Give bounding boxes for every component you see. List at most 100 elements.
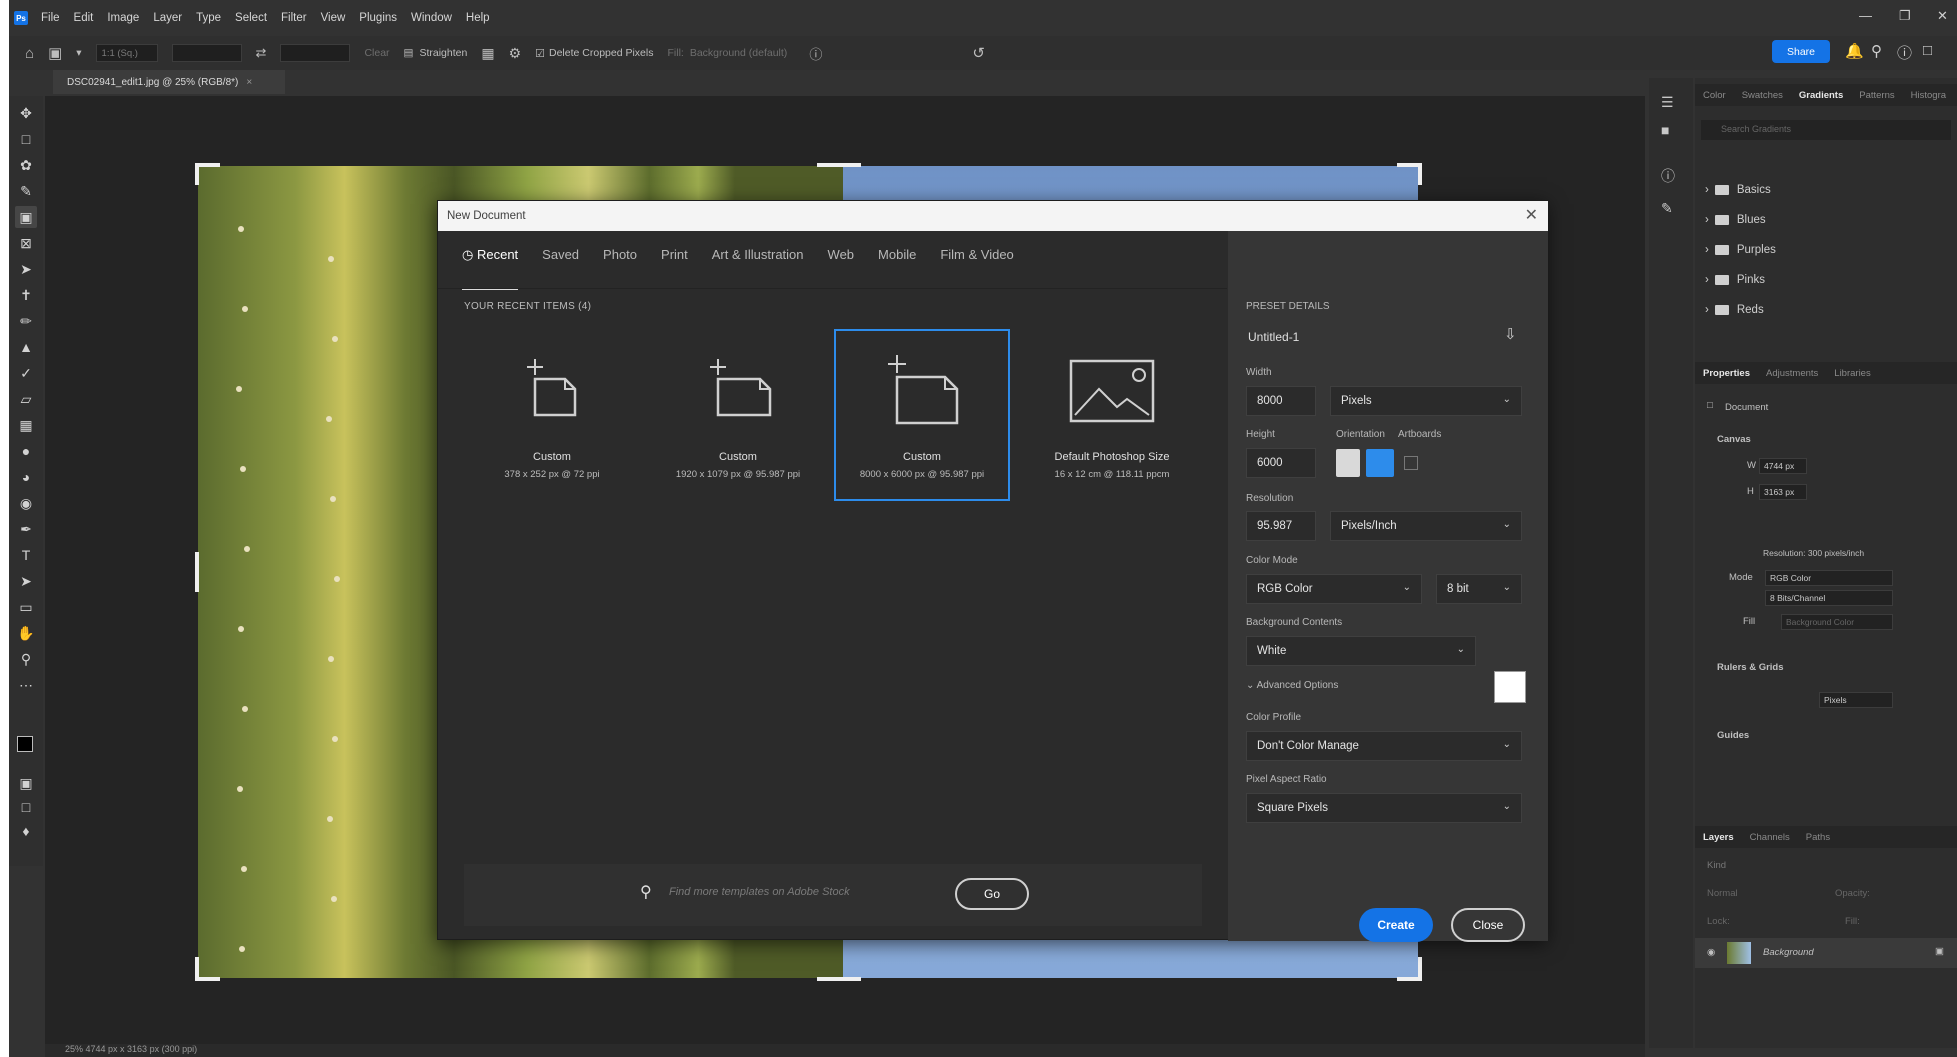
frame-tool-icon[interactable]: ⊠ [15, 232, 37, 254]
resolution-unit-select[interactable]: Pixels/Inch ⌄ [1330, 511, 1522, 541]
recent-item-3-selected[interactable]: Custom 8000 x 6000 px @ 95.987 ppi [834, 329, 1010, 501]
tab-channels[interactable]: Channels [1742, 832, 1798, 843]
crop-settings-gear-icon[interactable]: ⚙ [509, 45, 522, 62]
share-button[interactable]: Share [1772, 40, 1830, 63]
path-select-tool-icon[interactable]: ➤ [15, 570, 37, 592]
reset-rotate-icon[interactable]: ↺ [972, 44, 985, 62]
tab-web[interactable]: Web [828, 245, 855, 281]
canvas-width-field[interactable]: 4744 px [1759, 458, 1807, 474]
width-unit-select[interactable]: Pixels ⌄ [1330, 386, 1522, 416]
eyedropper-tool-icon[interactable]: ➤ [15, 258, 37, 280]
share-tools-icon[interactable]: ♦ [15, 820, 37, 842]
pixel-aspect-select[interactable]: Square Pixels ⌄ [1246, 793, 1522, 823]
move-tool-icon[interactable]: ✥ [15, 102, 37, 124]
landscape-orientation-icon[interactable] [1366, 449, 1394, 477]
crop-tool-active-icon[interactable]: ▣ [15, 206, 37, 228]
tab-patterns[interactable]: Patterns [1851, 90, 1902, 101]
menu-plugins[interactable]: Plugins [352, 12, 404, 24]
menu-help[interactable]: Help [459, 12, 497, 24]
gradient-folder-basics[interactable]: › Basics [1705, 184, 1771, 196]
menu-window[interactable]: Window [404, 12, 459, 24]
quick-mask-icon[interactable]: ▣ [15, 772, 37, 794]
crop-handle-bottom-left[interactable] [198, 977, 220, 981]
crop-tool-icon[interactable]: ▣ [48, 44, 62, 62]
background-color-swatch[interactable] [1494, 671, 1526, 703]
tab-layers[interactable]: Layers [1695, 832, 1742, 843]
hand-tool-icon[interactable]: ✋ [15, 622, 37, 644]
home-icon[interactable]: ⌂ [25, 45, 34, 62]
straighten-button[interactable]: Straighten [419, 47, 467, 59]
layer-row-background[interactable]: ◉ Background ▣ [1695, 938, 1957, 968]
history-brush-icon[interactable]: ✓ [15, 362, 37, 384]
gradient-tool-icon[interactable]: ▦ [15, 414, 37, 436]
tab-mobile[interactable]: Mobile [878, 245, 916, 281]
menu-view[interactable]: View [314, 12, 353, 24]
bell-icon[interactable]: 🔔 [1845, 42, 1864, 60]
blend-mode-select[interactable]: Normal [1707, 888, 1738, 899]
ratio-height-field[interactable] [280, 44, 351, 62]
gradient-folder-purples[interactable]: › Purples [1705, 244, 1776, 256]
crop-handle-top[interactable] [817, 163, 861, 167]
crop-handle-bottom-right[interactable] [1397, 977, 1419, 981]
more-tools-icon[interactable]: ⋯ [15, 674, 37, 696]
help-icon[interactable]: ⓘ [1897, 42, 1912, 63]
info-icon[interactable]: ⓘ [809, 44, 822, 63]
advanced-options-toggle[interactable]: ⌄ Advanced Options [1246, 680, 1338, 691]
foreground-color-swatch[interactable] [17, 736, 33, 752]
info-panel-icon[interactable]: ⓘ [1661, 166, 1675, 186]
canvas-height-field[interactable]: 3163 px [1759, 484, 1807, 500]
crop-handle-top-right-v[interactable] [1418, 163, 1422, 185]
tab-close-icon[interactable]: × [246, 77, 252, 88]
eye-icon[interactable]: ◉ [1707, 947, 1715, 958]
menu-layer[interactable]: Layer [146, 12, 189, 24]
menu-type[interactable]: Type [189, 12, 228, 24]
menu-image[interactable]: Image [100, 12, 146, 24]
blur-tool-icon[interactable]: ● [15, 440, 37, 462]
menu-file[interactable]: File [34, 12, 67, 24]
tab-art-illustration[interactable]: Art & Illustration [712, 245, 804, 281]
eraser-tool-icon[interactable]: ▱ [15, 388, 37, 410]
lasso-tool-icon[interactable]: ✿ [15, 154, 37, 176]
tab-print[interactable]: Print [661, 245, 688, 281]
crop-handle-bottom-right-v[interactable] [1418, 957, 1422, 981]
tab-histogram[interactable]: Histogra [1903, 90, 1954, 101]
recent-item-2[interactable]: Custom 1920 x 1079 px @ 95.987 ppi [650, 331, 826, 503]
bits-select[interactable]: 8 Bits/Channel [1765, 590, 1893, 606]
type-tool-icon[interactable]: T [15, 544, 37, 566]
layer-name[interactable]: Background [1763, 947, 1814, 958]
background-contents-select[interactable]: White ⌄ [1246, 636, 1476, 666]
tab-recent[interactable]: ◷ Recent [462, 245, 519, 290]
quick-select-tool-icon[interactable]: ✎ [15, 180, 37, 202]
create-button[interactable]: Create [1359, 908, 1433, 942]
fill-select[interactable]: Background Color [1781, 614, 1893, 630]
ratio-width-field[interactable] [171, 44, 242, 62]
menu-filter[interactable]: Filter [274, 12, 314, 24]
color-mode-select[interactable]: RGB Color ⌄ [1246, 574, 1422, 604]
crop-dropdown-icon[interactable]: ▾ [76, 47, 81, 59]
crop-handle-top-left[interactable] [198, 163, 220, 167]
dialog-close-icon[interactable]: ✕ [1525, 205, 1538, 225]
ruler-units-select[interactable]: Pixels [1819, 692, 1893, 708]
color-profile-select[interactable]: Don't Color Manage ⌄ [1246, 731, 1522, 761]
pen-tool-icon[interactable]: ✒ [15, 518, 37, 540]
gradient-folder-blues[interactable]: › Blues [1705, 214, 1766, 226]
gradient-search-input[interactable]: Search Gradients [1701, 120, 1951, 140]
brush-tool-icon[interactable]: ✏ [15, 310, 37, 332]
save-preset-icon[interactable]: ⇩ [1504, 325, 1517, 343]
gradient-folder-reds[interactable]: › Reds [1705, 304, 1764, 316]
search-icon[interactable]: ⚲ [1871, 42, 1882, 60]
ratio-select[interactable]: 1:1 (Sq.) [95, 44, 158, 62]
menu-select[interactable]: Select [228, 12, 274, 24]
tab-paths[interactable]: Paths [1798, 832, 1838, 843]
crop-handle-left[interactable] [195, 552, 199, 592]
history-panel-icon[interactable]: ☰ [1661, 94, 1674, 111]
zoom-tool-icon[interactable]: ⚲ [15, 648, 37, 670]
crop-handle-top-right[interactable] [1397, 163, 1419, 167]
close-button[interactable]: Close [1451, 908, 1525, 942]
close-window-icon[interactable]: ✕ [1937, 8, 1948, 24]
stock-search-input[interactable]: Find more templates on Adobe Stock [669, 886, 850, 898]
stamp-tool-icon[interactable]: ▲ [15, 336, 37, 358]
menu-edit[interactable]: Edit [67, 12, 101, 24]
tab-saved[interactable]: Saved [542, 245, 579, 281]
crop-handle-bottom[interactable] [817, 977, 861, 981]
